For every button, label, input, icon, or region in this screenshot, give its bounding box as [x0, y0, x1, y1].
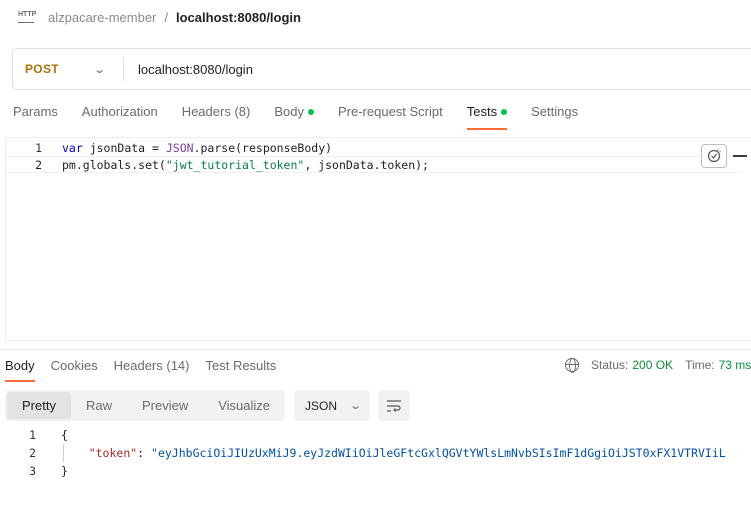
tab-headers[interactable]: Headers (8)	[182, 104, 251, 130]
format-raw[interactable]: Raw	[71, 392, 127, 419]
method-label: POST	[25, 62, 59, 76]
tests-script-editor[interactable]: 1 var jsonData = JSON.parse(responseBody…	[5, 137, 751, 341]
method-select[interactable]: POST ⌄	[13, 49, 123, 89]
tests-indicator-dot	[501, 109, 508, 115]
snippets-button[interactable]	[701, 144, 727, 168]
editor-scrollbar[interactable]	[733, 155, 747, 157]
response-tabs: Body Cookies Headers (14) Test Results	[5, 358, 292, 382]
pane-divider[interactable]	[0, 349, 751, 350]
response-body-viewer[interactable]: 1 { 2 "token": "eyJhbGciOiJIUzUxMiJ9.eyJ…	[0, 426, 751, 486]
breadcrumb-collection[interactable]: alzpacare-member	[48, 10, 156, 25]
tab-tests[interactable]: Tests	[466, 104, 508, 130]
response-tab-headers[interactable]: Headers (14)	[114, 358, 190, 382]
response-line: 2 "token": "eyJhbGciOiJIUzUxMiJ9.eyJzdWI…	[29, 446, 726, 460]
format-pretty[interactable]: Pretty	[7, 392, 71, 419]
globe-icon[interactable]	[565, 358, 579, 373]
editor-line: 1 var jsonData = JSON.parse(responseBody…	[35, 140, 333, 155]
response-tab-body[interactable]: Body	[5, 358, 35, 382]
body-indicator-dot	[307, 109, 314, 115]
chevron-down-icon: ⌄	[349, 400, 363, 412]
breadcrumb-separator: /	[164, 9, 168, 25]
request-url-bar: POST ⌄ localhost:8080/login	[12, 48, 751, 90]
snippets-icon	[707, 149, 721, 163]
tab-authorization[interactable]: Authorization	[82, 104, 158, 130]
format-visualize[interactable]: Visualize	[203, 392, 285, 419]
format-type-select[interactable]: JSON ⌄	[294, 390, 370, 421]
response-line: 3 }	[29, 464, 68, 478]
format-type-label: JSON	[305, 398, 338, 413]
response-tab-cookies[interactable]: Cookies	[51, 358, 98, 382]
http-icon: HTTP	[18, 10, 36, 24]
breadcrumb: HTTP alzpacare-member / localhost:8080/l…	[18, 8, 301, 26]
status-label: Status:	[591, 358, 629, 372]
url-input[interactable]: localhost:8080/login	[124, 62, 253, 77]
headers-count: (8)	[234, 104, 251, 119]
breadcrumb-request-name[interactable]: localhost:8080/login	[176, 10, 301, 25]
tab-params[interactable]: Params	[13, 104, 58, 130]
wrap-lines-button[interactable]	[378, 390, 410, 421]
format-preview[interactable]: Preview	[127, 392, 203, 419]
chevron-down-icon: ⌄	[93, 63, 107, 76]
status-value[interactable]: 200 OK	[632, 358, 673, 372]
response-tab-test-results[interactable]: Test Results	[205, 358, 276, 382]
time-label: Time:	[685, 358, 715, 372]
response-line: 1 {	[29, 428, 68, 442]
request-tabs: Params Authorization Headers (8) Body Pr…	[13, 104, 602, 130]
wrap-lines-icon	[387, 399, 401, 412]
tab-pre-request-script[interactable]: Pre-request Script	[338, 104, 443, 130]
format-segmented-control: Pretty Raw Preview Visualize	[5, 390, 285, 421]
tab-settings[interactable]: Settings	[531, 104, 578, 130]
time-value[interactable]: 73 ms	[719, 358, 751, 372]
editor-line-current: 2 pm.globals.set("jwt_tutorial_token", j…	[6, 156, 741, 173]
tab-body[interactable]: Body	[274, 104, 314, 130]
response-status: Status: 200 OK Time: 73 ms	[565, 358, 751, 373]
